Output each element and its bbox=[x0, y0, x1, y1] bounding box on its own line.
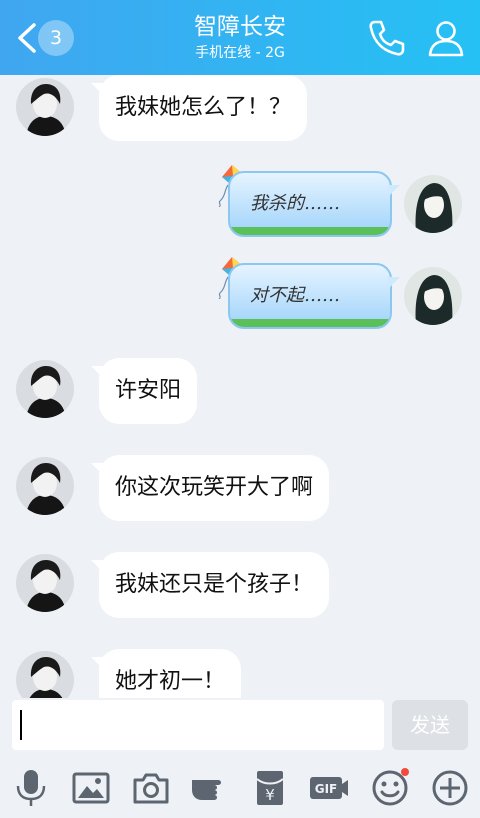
back-button[interactable]: 3 bbox=[12, 18, 76, 58]
hand-icon[interactable] bbox=[190, 768, 230, 808]
message-bubble[interactable]: 我妹她怎么了！？ bbox=[90, 75, 308, 141]
gif-icon[interactable]: GIF bbox=[309, 768, 349, 808]
microphone-icon[interactable] bbox=[11, 768, 51, 808]
message-bubble[interactable]: 对不起…… bbox=[228, 263, 392, 329]
yen-label: ¥ bbox=[265, 786, 275, 804]
my-avatar[interactable] bbox=[404, 175, 462, 233]
text-cursor bbox=[20, 710, 22, 740]
emoji-icon[interactable] bbox=[370, 768, 410, 808]
my-avatar[interactable] bbox=[404, 267, 462, 325]
message-input[interactable] bbox=[12, 700, 384, 750]
message-bubble[interactable]: 你这次玩笑开大了啊 bbox=[90, 455, 330, 521]
contact-name[interactable]: 智障长安 bbox=[140, 12, 340, 42]
chat-header: 3 智障长安 手机在线 - 2G bbox=[0, 0, 480, 75]
bubble-tail bbox=[388, 185, 400, 197]
gif-label: GIF bbox=[315, 782, 338, 796]
grass-decoration bbox=[230, 319, 390, 327]
contact-avatar[interactable] bbox=[16, 651, 74, 698]
message-bubble[interactable]: 我杀的…… bbox=[228, 171, 392, 237]
input-bar: 发送 ¥ GIF bbox=[0, 698, 480, 818]
unread-count-badge: 3 bbox=[38, 20, 74, 56]
red-packet-icon[interactable]: ¥ bbox=[250, 768, 290, 808]
bubble-tail bbox=[388, 277, 400, 289]
avatar-image bbox=[16, 78, 74, 136]
contact-avatar[interactable] bbox=[16, 457, 74, 515]
avatar-image bbox=[16, 360, 74, 418]
camera-icon[interactable] bbox=[131, 768, 171, 808]
plus-icon[interactable] bbox=[430, 768, 470, 808]
profile-icon[interactable] bbox=[426, 18, 466, 58]
avatar-image bbox=[404, 175, 462, 233]
contact-avatar[interactable] bbox=[16, 360, 74, 418]
grass-decoration bbox=[230, 227, 390, 235]
avatar-image bbox=[16, 651, 74, 698]
message-bubble[interactable]: 许安阳 bbox=[90, 358, 198, 424]
message-bubble[interactable]: 我妹还只是个孩子！ bbox=[90, 552, 330, 618]
message-text: 我杀的…… bbox=[250, 193, 340, 214]
chevron-left-icon bbox=[18, 23, 36, 53]
avatar-image bbox=[16, 457, 74, 515]
contact-avatar[interactable] bbox=[16, 78, 74, 136]
contact-avatar[interactable] bbox=[16, 554, 74, 612]
message-list[interactable]: 我妹她怎么了！？ 我杀的…… 对不起…… 许安阳 你这次玩笑开大了啊 我妹还只是… bbox=[0, 75, 480, 698]
avatar-image bbox=[16, 554, 74, 612]
notification-dot bbox=[401, 768, 409, 776]
message-bubble[interactable]: 她才初一！ bbox=[90, 649, 242, 698]
send-button[interactable]: 发送 bbox=[392, 700, 468, 750]
phone-icon[interactable] bbox=[366, 18, 406, 58]
contact-status: 手机在线 - 2G bbox=[195, 45, 285, 61]
image-icon[interactable] bbox=[71, 768, 111, 808]
message-text: 对不起…… bbox=[250, 285, 340, 306]
avatar-image bbox=[404, 267, 462, 325]
